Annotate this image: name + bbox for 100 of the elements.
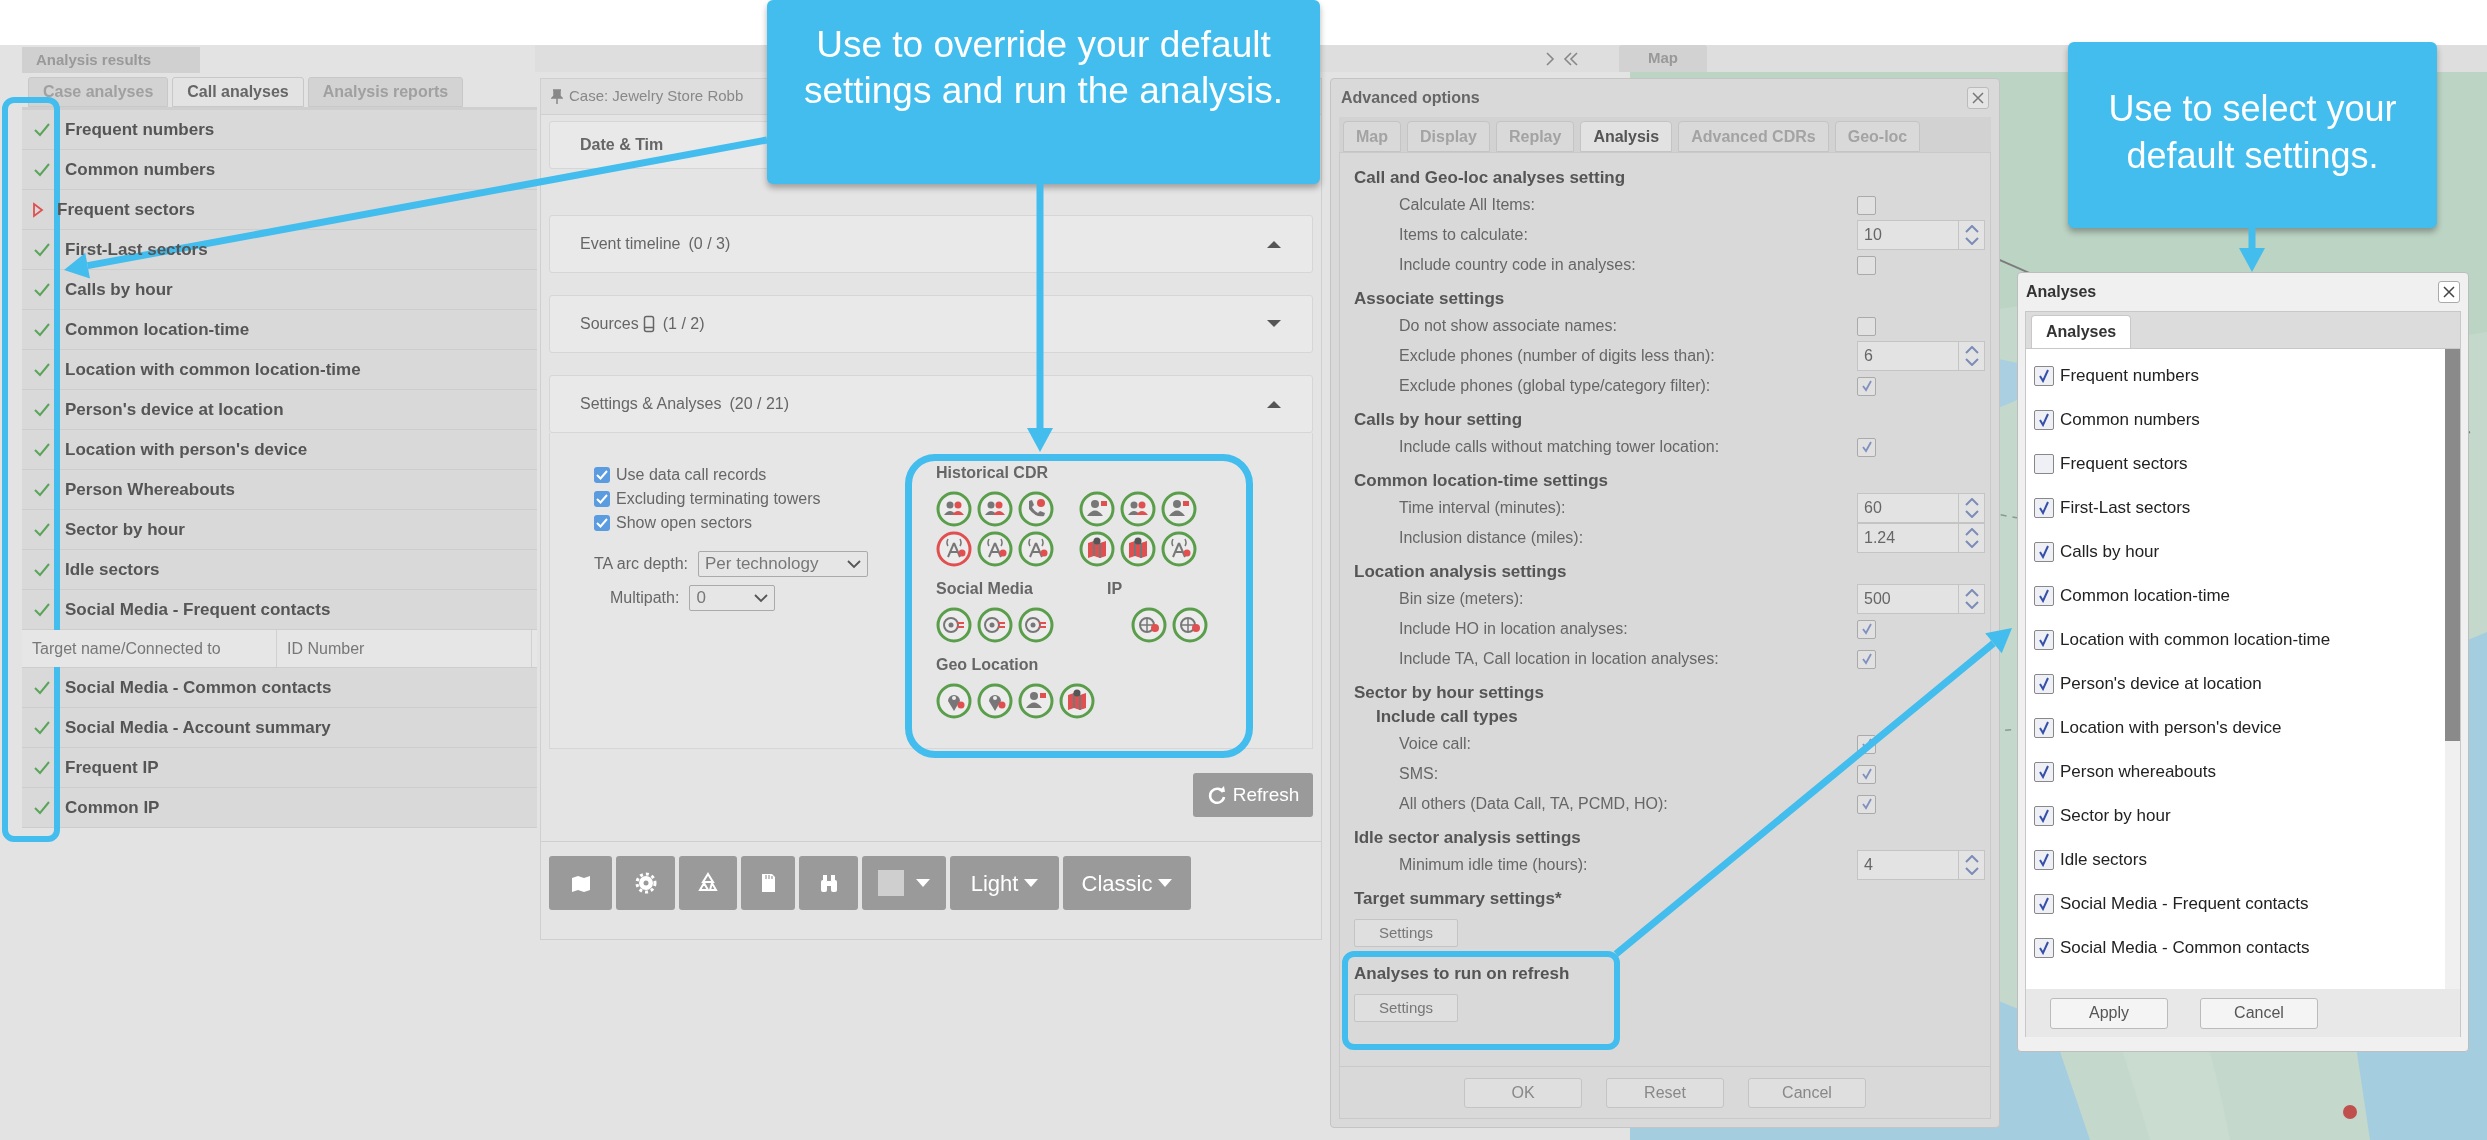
analysis-item[interactable]: Location with person's device [22,430,537,470]
people-icon[interactable] [936,491,972,527]
antenna-icon[interactable] [1018,531,1054,567]
map-button[interactable] [549,856,612,910]
antenna-icon[interactable] [977,531,1013,567]
checkbox[interactable] [2034,630,2054,650]
checkbox[interactable] [2034,806,2054,826]
spin-down-button[interactable] [1964,601,1979,609]
people-icon[interactable] [1120,491,1156,527]
checkbox[interactable] [1857,764,1876,784]
section-header[interactable]: Settings & Analyses (20 / 21) [549,375,1313,433]
map-icon[interactable] [1059,683,1095,719]
analysis-item[interactable]: Common IP [22,788,537,828]
checkbox[interactable] [1857,376,1876,396]
settings-button[interactable]: Settings [1354,994,1458,1022]
checkbox[interactable] [1857,649,1876,669]
dialog-button[interactable]: Reset [1606,1077,1724,1108]
dialog-button[interactable]: Cancel [1748,1077,1866,1108]
triangle-right-icon[interactable] [32,201,44,218]
globe-icon[interactable] [1172,607,1208,643]
number-field[interactable]: 4 [1857,850,1985,880]
caret-down-icon[interactable] [1266,319,1282,329]
number-field[interactable]: 1.24 [1857,523,1985,553]
globe-icon[interactable] [1131,607,1167,643]
pin-icon[interactable] [551,88,563,105]
scrollbar-thumb[interactable] [2445,349,2460,741]
number-field[interactable]: 6 [1857,341,1985,371]
analysis-item[interactable]: Frequent numbers [22,110,537,150]
checkbox[interactable] [594,467,610,483]
map-pin-icon[interactable] [977,683,1013,719]
tab[interactable]: Analyses [2031,315,2132,348]
section-header[interactable]: Sources (1 / 2) [549,295,1313,353]
people-icon[interactable] [977,491,1013,527]
checkbox[interactable] [594,491,610,507]
checkbox[interactable] [2034,366,2054,386]
toolbar-button[interactable] [799,856,858,910]
dropdown[interactable]: Per technology [698,551,868,577]
analysis-item[interactable]: Social Media - Common contacts [22,668,537,708]
checkbox[interactable] [2034,542,2054,562]
checkbox[interactable] [2034,894,2054,914]
antenna-icon[interactable] [936,531,972,567]
checkbox[interactable] [594,515,610,531]
toolbar-button[interactable] [741,856,795,910]
spin-down-button[interactable] [1964,540,1979,548]
caret-up-icon[interactable] [1266,239,1282,249]
map-icon[interactable] [1120,531,1156,567]
map-icon[interactable] [1079,531,1115,567]
phone-icon[interactable] [1018,491,1054,527]
spin-up-button[interactable] [1964,346,1979,354]
settings-button[interactable] [616,856,675,910]
person-icon[interactable] [1018,683,1054,719]
analysis-item[interactable]: Common location-time [22,310,537,350]
spin-up-button[interactable] [1964,528,1979,536]
spin-down-button[interactable] [1964,237,1979,245]
analysis-item[interactable]: Person's device at location [22,390,537,430]
checkbox[interactable] [1857,255,1876,275]
analysis-item[interactable]: Common numbers [22,150,537,190]
checkbox[interactable] [1857,437,1876,457]
settings-button[interactable]: Settings [1354,919,1458,947]
tab[interactable]: Call analyses [172,77,304,107]
at-sign-icon[interactable] [936,607,972,643]
dialog-button[interactable]: OK [1464,1077,1582,1108]
analysis-item[interactable]: Idle sectors [22,550,537,590]
number-field[interactable]: 60 [1857,493,1985,523]
checkbox[interactable] [2034,410,2054,430]
analysis-item[interactable]: Sector by hour [22,510,537,550]
close-button[interactable] [2438,281,2460,303]
dropdown-button[interactable]: Light [950,856,1059,910]
spin-up-button[interactable] [1964,498,1979,506]
at-sign-icon[interactable] [1018,607,1054,643]
chevron-right-icon[interactable] [1545,52,1555,66]
checkbox[interactable] [2034,938,2054,958]
toolbar-button[interactable] [679,856,737,910]
number-field[interactable]: 500 [1857,584,1985,614]
analysis-item[interactable]: Person Whereabouts [22,470,537,510]
person-icon[interactable] [1161,491,1197,527]
checkbox[interactable] [1857,619,1876,639]
analysis-item[interactable]: Location with common location-time [22,350,537,390]
refresh-button[interactable]: Refresh [1193,773,1313,817]
analysis-item[interactable]: Social Media - Account summary [22,708,537,748]
checkbox[interactable] [2034,850,2054,870]
spin-down-button[interactable] [1964,358,1979,366]
spin-down-button[interactable] [1964,867,1979,875]
number-field[interactable]: 10 [1857,220,1985,250]
checkbox[interactable] [2034,454,2054,474]
caret-up-icon[interactable] [1266,399,1282,409]
spin-up-button[interactable] [1964,589,1979,597]
checkbox[interactable] [1857,316,1876,336]
dialog-button[interactable]: Apply [2050,997,2168,1029]
checkbox[interactable] [2034,498,2054,518]
dropdown[interactable]: 0 [689,585,776,611]
analysis-item[interactable]: Frequent IP [22,748,537,788]
spin-up-button[interactable] [1964,855,1979,863]
scrollbar[interactable] [2445,349,2460,989]
at-sign-icon[interactable] [977,607,1013,643]
person-icon[interactable] [1079,491,1115,527]
checkbox[interactable] [2034,762,2054,782]
checkbox[interactable] [1857,794,1876,814]
color-picker-button[interactable] [862,856,946,910]
tab[interactable]: Analysis [1580,121,1673,152]
